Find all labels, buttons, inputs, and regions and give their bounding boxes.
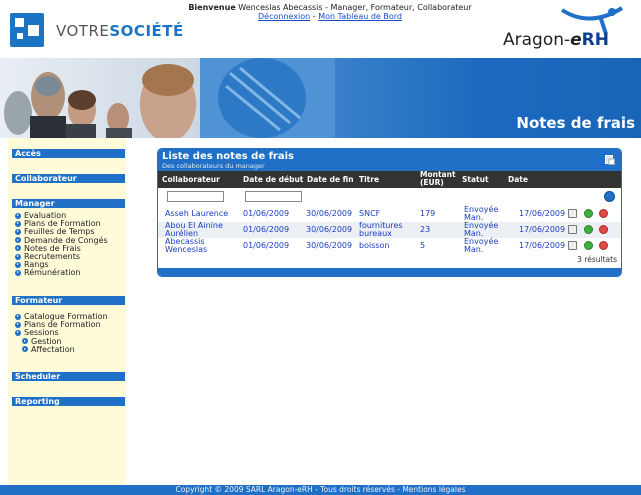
cell-collaborateur[interactable]: Asseh Laurence xyxy=(165,210,228,218)
cell-date-debut: 01/06/2009 xyxy=(243,241,290,250)
add-note-icon[interactable] xyxy=(604,191,615,202)
cell-date-fin: 30/06/2009 xyxy=(306,241,353,250)
cell-statut: Envoyée Man. xyxy=(464,237,499,254)
banner: Notes de frais xyxy=(0,58,641,138)
arrow-bullet-icon xyxy=(15,245,21,252)
cell-date-debut: 01/06/2009 xyxy=(243,209,290,218)
column-date-debut[interactable]: Date de début xyxy=(243,176,303,184)
cell-titre: fournitures bureaux xyxy=(359,221,403,238)
column-date[interactable]: Date xyxy=(508,176,528,184)
sidebar-item-affectation[interactable]: Affectation xyxy=(15,345,108,354)
column-titre[interactable]: Titre xyxy=(359,176,379,184)
arrow-bullet-icon xyxy=(15,228,21,235)
filter-row xyxy=(158,188,621,206)
manager-menu: Evaluation Plans de Formation Feuilles d… xyxy=(15,211,108,278)
cell-date-fin: 30/06/2009 xyxy=(306,209,353,218)
filter-date-debut-input[interactable] xyxy=(245,191,302,202)
cell-collaborateur[interactable]: Abecassis Wenceslas xyxy=(165,238,207,254)
cell-montant: 5 xyxy=(420,241,426,250)
arrow-bullet-icon xyxy=(15,212,21,219)
table-row[interactable]: Abecassis Wenceslas 01/06/2009 30/06/2009… xyxy=(158,238,621,254)
cell-statut: Envoyée Man. xyxy=(464,205,499,222)
welcome-message: Bienvenue Wenceslas Abecassis - Manager,… xyxy=(185,3,475,21)
logout-link[interactable]: Déconnexion xyxy=(258,12,310,21)
validate-icon[interactable] xyxy=(584,209,593,218)
arrow-bullet-icon xyxy=(22,338,28,345)
arrow-bullet-icon xyxy=(15,329,21,336)
reject-icon[interactable] xyxy=(599,225,608,234)
results-count: 3 résultats xyxy=(577,255,617,264)
dashboard-link[interactable]: Mon Tableau de Bord xyxy=(318,12,402,21)
welcome-label: Bienvenue xyxy=(188,3,236,12)
column-statut[interactable]: Statut xyxy=(462,176,489,184)
export-icon[interactable] xyxy=(605,155,615,165)
cell-montant: 23 xyxy=(420,225,431,234)
table-row[interactable]: Asseh Laurence 01/06/2009 30/06/2009 SNC… xyxy=(158,206,621,222)
filter-collaborateur-input[interactable] xyxy=(167,191,224,202)
header: VOTRESOCIÉTÉ Bienvenue Wenceslas Abecass… xyxy=(0,0,641,58)
footer: Copyright © 2009 SARL Aragon-eRH - Tous … xyxy=(0,485,641,495)
sidebar-section-acces[interactable]: Accès xyxy=(12,149,125,158)
arrow-bullet-icon xyxy=(15,269,21,276)
view-icon[interactable] xyxy=(568,209,577,218)
cell-titre: SNCF xyxy=(359,209,381,218)
formateur-menu: Catalogue Formation Plans de Formation S… xyxy=(15,312,108,354)
sidebar-item-remuneration[interactable]: Rémunération xyxy=(15,269,108,277)
column-montant[interactable]: Montant (EUR) xyxy=(420,171,456,187)
table-row[interactable]: Abou El Ainine Aurélien 01/06/2009 30/06/… xyxy=(158,222,621,238)
arrow-bullet-icon xyxy=(15,253,21,260)
welcome-user: Wenceslas Abecassis - Manager, Formateur… xyxy=(238,3,472,12)
validate-icon[interactable] xyxy=(584,241,593,250)
sidebar-section-reporting[interactable]: Reporting xyxy=(12,397,125,406)
company-logo-text: VOTRESOCIÉTÉ xyxy=(56,22,184,40)
sidebar-section-collaborateur[interactable]: Collaborateur xyxy=(12,174,125,183)
view-icon[interactable] xyxy=(568,225,577,234)
expense-notes-panel: Liste des notes de frais Des collaborate… xyxy=(157,148,622,277)
reject-icon[interactable] xyxy=(599,241,608,250)
arrow-bullet-icon xyxy=(15,313,21,320)
view-icon[interactable] xyxy=(568,241,577,250)
company-logo-icon[interactable] xyxy=(10,13,44,47)
column-collaborateur[interactable]: Collaborateur xyxy=(162,176,220,184)
arrow-bullet-icon xyxy=(22,346,28,353)
cell-date: 17/06/2009 xyxy=(519,241,566,250)
panel-title: Liste des notes de frais xyxy=(162,151,294,162)
arrow-bullet-icon xyxy=(15,237,21,244)
table-header: Collaborateur Date de début Date de fin … xyxy=(158,171,621,188)
cell-date-debut: 01/06/2009 xyxy=(243,225,290,234)
arrow-bullet-icon xyxy=(15,261,21,268)
reject-icon[interactable] xyxy=(599,209,608,218)
cell-date-fin: 30/06/2009 xyxy=(306,225,353,234)
cell-titre: boisson xyxy=(359,241,390,250)
validate-icon[interactable] xyxy=(584,225,593,234)
sidebar-section-formateur[interactable]: Formateur xyxy=(12,296,125,305)
sidebar-section-manager[interactable]: Manager xyxy=(12,199,125,208)
arrow-bullet-icon xyxy=(15,321,21,328)
panel-subtitle: Des collaborateurs du manager xyxy=(162,162,265,170)
arrow-bullet-icon xyxy=(15,220,21,227)
column-date-fin[interactable]: Date de fin xyxy=(307,176,354,184)
cell-montant: 179 xyxy=(420,209,436,218)
cell-collaborateur[interactable]: Abou El Ainine Aurélien xyxy=(165,222,223,238)
cell-statut: Envoyée Man. xyxy=(464,221,499,238)
cell-date: 17/06/2009 xyxy=(519,225,566,234)
sidebar-section-scheduler[interactable]: Scheduler xyxy=(12,372,125,381)
panel-header: Liste des notes de frais Des collaborate… xyxy=(158,149,621,171)
link-separator: - xyxy=(312,12,316,21)
page-title: Notes de frais xyxy=(516,114,635,132)
aragon-erh-brand: Aragon-eRH xyxy=(503,30,609,50)
panel-footer xyxy=(158,268,621,276)
cell-date: 17/06/2009 xyxy=(519,209,566,218)
